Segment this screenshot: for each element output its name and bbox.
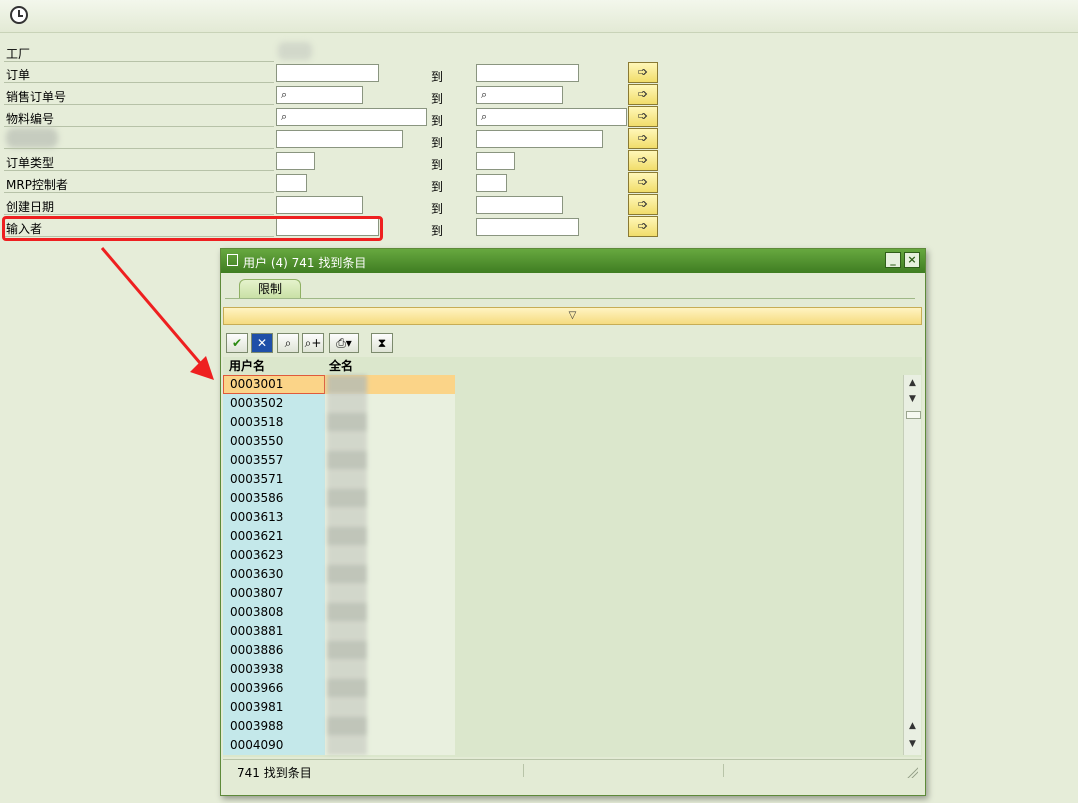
minimize-icon[interactable]: _ bbox=[885, 252, 901, 268]
created-date-from-input[interactable] bbox=[276, 196, 363, 214]
table-row[interactable]: 0003518 bbox=[223, 413, 325, 432]
tab-restrictions[interactable]: 限制 bbox=[239, 279, 301, 299]
table-row[interactable]: 0003630 bbox=[223, 565, 325, 584]
mrp-controller-to-input[interactable] bbox=[476, 174, 507, 192]
user-search-help-dialog: 用户 (4) 741 找到条目 _ × 限制 ▽ ✔ ✕ ⌕ ⌕+ ⎙▾ ⧗ 用… bbox=[220, 248, 926, 796]
status-message: 741 找到条目 bbox=[237, 766, 312, 780]
redacted-to-input[interactable] bbox=[476, 130, 603, 148]
sort-icon[interactable]: ⧗ bbox=[371, 333, 393, 353]
triangle-down-icon[interactable]: ▽ bbox=[223, 307, 922, 325]
table-row[interactable]: 0003988 bbox=[223, 717, 325, 736]
table-row[interactable]: 0003557 bbox=[223, 451, 325, 470]
material-from-input[interactable] bbox=[276, 108, 427, 126]
dialog-title-bar[interactable]: 用户 (4) 741 找到条目 _ × bbox=[221, 249, 925, 273]
redacted-from-input[interactable] bbox=[276, 130, 403, 148]
multiple-selection-arrow-icon[interactable]: ➩ bbox=[628, 194, 658, 215]
dialog-toolbar: ✔ ✕ ⌕ ⌕+ ⎙▾ ⧗ bbox=[223, 331, 922, 355]
table-row[interactable]: 0003001 bbox=[223, 375, 325, 394]
resize-grip-icon[interactable] bbox=[906, 766, 918, 778]
multiple-selection-arrow-icon[interactable]: ➩ bbox=[628, 84, 658, 105]
sales-order-to-input[interactable] bbox=[476, 86, 563, 104]
order-type-to-input[interactable] bbox=[476, 152, 515, 170]
dialog-window-icon bbox=[227, 254, 238, 266]
scroll-down-icon[interactable]: ▼ bbox=[905, 737, 920, 752]
table-row[interactable]: 0003502 bbox=[223, 394, 325, 413]
vertical-scrollbar[interactable]: ▲ ▼ ▲ ▼ bbox=[903, 375, 921, 755]
scroll-down-icon[interactable]: ▼ bbox=[905, 392, 920, 407]
multiple-selection-arrow-icon[interactable]: ➩ bbox=[628, 62, 658, 83]
status-bar: 741 找到条目 bbox=[223, 759, 922, 782]
table-row[interactable]: 0003886 bbox=[223, 641, 325, 660]
plant-value-redacted bbox=[278, 42, 312, 60]
multiple-selection-arrow-icon[interactable]: ➩ bbox=[628, 172, 658, 193]
multiple-selection-arrow-icon[interactable]: ➩ bbox=[628, 150, 658, 171]
scroll-up-icon[interactable]: ▲ bbox=[905, 376, 920, 391]
order-type-from-input[interactable] bbox=[276, 152, 315, 170]
sales-order-from-input[interactable] bbox=[276, 86, 363, 104]
multiple-selection-arrow-icon[interactable]: ➩ bbox=[628, 128, 658, 149]
table-row[interactable]: 0004090 bbox=[223, 736, 325, 755]
to-label: 到 bbox=[431, 224, 444, 238]
table-row[interactable]: 0003881 bbox=[223, 622, 325, 641]
table-row[interactable]: 0003981 bbox=[223, 698, 325, 717]
table-row[interactable]: 0003623 bbox=[223, 546, 325, 565]
print-icon[interactable]: ⎙▾ bbox=[329, 333, 359, 353]
table-row[interactable]: 0003807 bbox=[223, 584, 325, 603]
order-from-input[interactable] bbox=[276, 64, 379, 82]
table-row[interactable]: 0003966 bbox=[223, 679, 325, 698]
find-next-icon[interactable]: ⌕+ bbox=[302, 333, 324, 353]
mrp-controller-from-input[interactable] bbox=[276, 174, 307, 192]
order-to-input[interactable] bbox=[476, 64, 579, 82]
created-date-to-input[interactable] bbox=[476, 196, 563, 214]
scroll-up-icon[interactable]: ▲ bbox=[905, 719, 920, 734]
material-to-input[interactable] bbox=[476, 108, 627, 126]
table-row[interactable]: 0003613 bbox=[223, 508, 325, 527]
entered-by-to-input[interactable] bbox=[476, 218, 579, 236]
table-row[interactable]: 0003586 bbox=[223, 489, 325, 508]
username-list: 0003001 0003502 0003518 0003550 0003557 00035… bbox=[223, 375, 325, 755]
fullname-redacted bbox=[327, 375, 367, 755]
cancel-icon[interactable]: ✕ bbox=[251, 333, 273, 353]
table-row[interactable]: 0003571 bbox=[223, 470, 325, 489]
find-icon[interactable]: ⌕ bbox=[277, 333, 299, 353]
scrollbar-thumb[interactable] bbox=[906, 411, 921, 419]
table-row[interactable]: 0003550 bbox=[223, 432, 325, 451]
table-row[interactable]: 0003938 bbox=[223, 660, 325, 679]
close-icon[interactable]: × bbox=[904, 252, 920, 268]
results-table: 用户名 全名 0003001 0003502 0003518 0003550 00035… bbox=[223, 357, 922, 757]
column-header-fullname[interactable]: 全名 bbox=[329, 357, 353, 375]
multiple-selection-arrow-icon[interactable]: ➩ bbox=[628, 106, 658, 127]
multiple-selection-arrow-icon[interactable]: ➩ bbox=[628, 216, 658, 237]
column-header-username[interactable]: 用户名 bbox=[229, 357, 265, 375]
dialog-title: 用户 (4) 741 找到条目 bbox=[243, 256, 367, 270]
table-row[interactable]: 0003621 bbox=[223, 527, 325, 546]
table-row[interactable]: 0003808 bbox=[223, 603, 325, 622]
checkmark-icon[interactable]: ✔ bbox=[226, 333, 248, 353]
